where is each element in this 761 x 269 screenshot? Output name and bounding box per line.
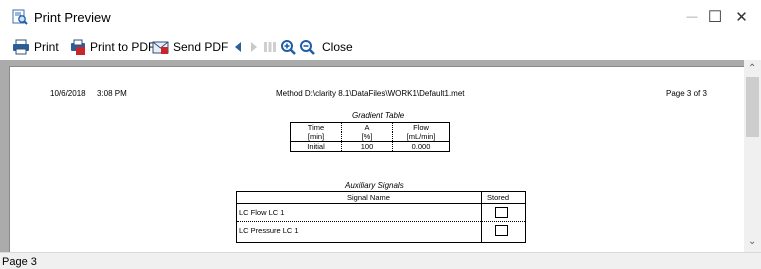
gradient-cell: Initial bbox=[290, 141, 342, 152]
page-number: Page 3 of 3 bbox=[666, 89, 707, 98]
print-to-pdf-label: Print to PDF bbox=[90, 40, 156, 54]
zoom-out-button[interactable] bbox=[300, 37, 319, 57]
print-to-pdf-button[interactable]: Print to PDF bbox=[70, 37, 155, 57]
gradient-header-a: A bbox=[341, 122, 393, 132]
preview-area[interactable]: 10/6/2018 3:08 PM Method D:\clarity 8.1\… bbox=[0, 60, 761, 252]
close-preview-button[interactable]: Close bbox=[322, 37, 353, 57]
pdf-printer-icon bbox=[71, 39, 85, 55]
close-window-button[interactable]: ✕ bbox=[722, 0, 761, 34]
zoom-out-icon bbox=[300, 39, 315, 55]
vertical-scrollbar[interactable]: ⌃ ⌄ bbox=[744, 60, 761, 252]
scroll-thumb[interactable] bbox=[746, 77, 759, 137]
gradient-unit-flow: [mL/min] bbox=[406, 132, 436, 141]
close-icon: ✕ bbox=[735, 9, 748, 26]
printer-icon bbox=[13, 39, 29, 55]
aux-signal-name: LC Flow LC 1 bbox=[239, 208, 285, 217]
gradient-table: Time A Flow [min] [%] [mL/min] Initial 1… bbox=[290, 122, 450, 152]
send-pdf-button[interactable]: Send PDF bbox=[152, 37, 228, 57]
preview-page: 10/6/2018 3:08 PM Method D:\clarity 8.1\… bbox=[9, 66, 747, 252]
print-date: 10/6/2018 bbox=[50, 89, 86, 98]
multi-page-button[interactable] bbox=[263, 37, 281, 57]
print-time: 3:08 PM bbox=[97, 89, 127, 98]
pages-icon bbox=[264, 42, 276, 52]
aux-signal-name: LC Pressure LC 1 bbox=[239, 226, 299, 235]
arrow-right-icon bbox=[251, 42, 257, 52]
zoom-in-icon bbox=[281, 39, 296, 55]
stored-checkbox[interactable] bbox=[495, 225, 508, 236]
gradient-cell: 0.000 bbox=[411, 142, 431, 151]
method-path: Method D:\clarity 8.1\DataFiles\WORK1\De… bbox=[276, 89, 465, 98]
print-preview-app-icon bbox=[12, 9, 28, 25]
stored-checkbox[interactable] bbox=[495, 207, 508, 218]
gradient-table-title: Gradient Table bbox=[352, 111, 405, 120]
next-page-button[interactable] bbox=[249, 37, 263, 57]
table-row: LC Pressure LC 1 bbox=[237, 222, 525, 239]
aux-signals-table: Signal Name Stored LC Flow LC 1 LC Press… bbox=[236, 191, 526, 243]
table-row: LC Flow LC 1 bbox=[237, 204, 525, 222]
print-button[interactable]: Print bbox=[12, 37, 59, 57]
toolbar: Print Print to PDF Send PDF Close bbox=[0, 34, 761, 60]
arrow-left-icon bbox=[235, 42, 241, 52]
gradient-unit-time: [min] bbox=[290, 132, 342, 142]
zoom-in-button[interactable] bbox=[281, 37, 300, 57]
scroll-up-icon[interactable]: ⌃ bbox=[748, 63, 756, 74]
aux-header-row: Signal Name Stored bbox=[237, 192, 525, 242]
title-bar: Print Preview — ☐ ✕ bbox=[0, 0, 761, 34]
window-title: Print Preview bbox=[34, 10, 111, 25]
maximize-icon: ☐ bbox=[707, 9, 723, 26]
close-preview-label: Close bbox=[322, 40, 353, 54]
previous-page-button[interactable] bbox=[233, 37, 247, 57]
gradient-cell: 100 bbox=[341, 141, 393, 152]
status-bar: Page 3 bbox=[0, 252, 761, 269]
send-pdf-icon bbox=[152, 41, 169, 54]
aux-header-stored: Stored bbox=[487, 193, 510, 202]
gradient-header-flow: Flow bbox=[413, 123, 429, 132]
gradient-header-time: Time bbox=[290, 122, 342, 132]
print-label: Print bbox=[34, 40, 59, 54]
aux-signals-title: Auxiliary Signals bbox=[345, 181, 404, 190]
status-text: Page 3 bbox=[2, 256, 37, 268]
aux-header-signal: Signal Name bbox=[347, 193, 390, 202]
send-pdf-label: Send PDF bbox=[173, 40, 229, 54]
scroll-down-icon[interactable]: ⌄ bbox=[748, 236, 756, 247]
gradient-unit-a: [%] bbox=[341, 132, 393, 142]
